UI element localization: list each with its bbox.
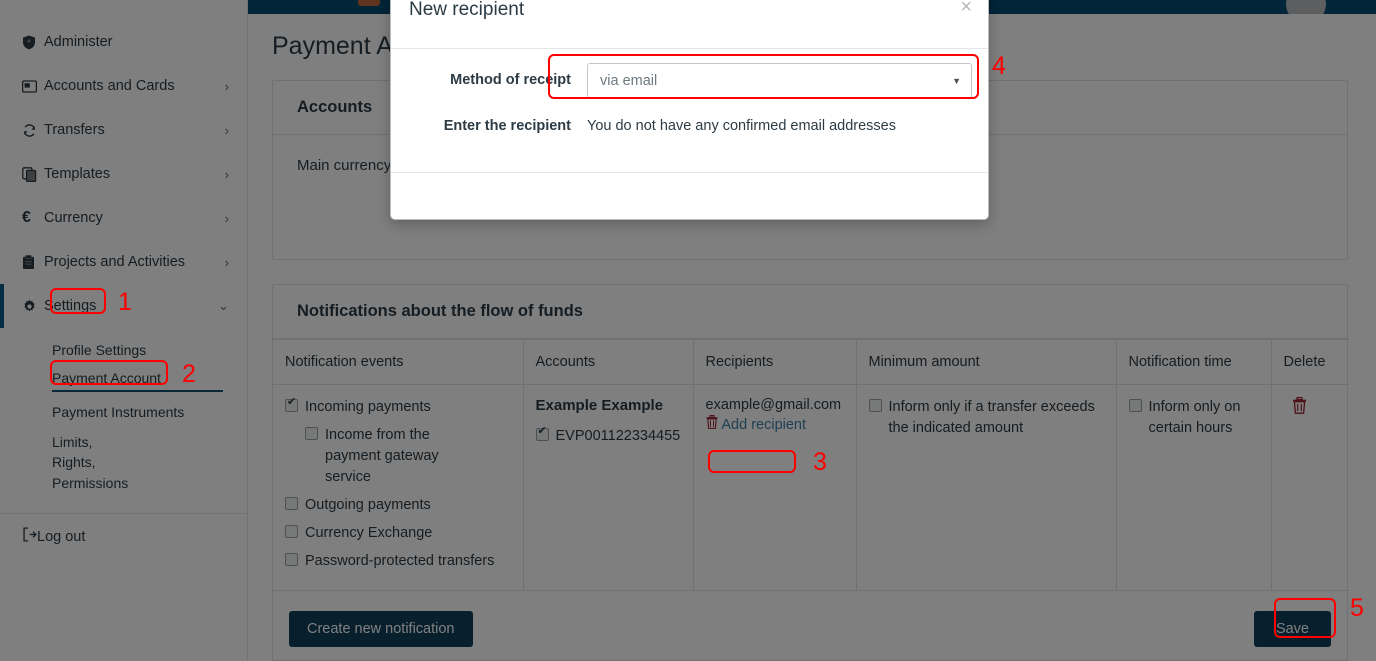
modal-footer (391, 172, 988, 219)
recipient-message: You do not have any confirmed email addr… (587, 118, 896, 134)
modal-title: New recipient (409, 0, 525, 20)
modal-header: New recipient × (391, 0, 988, 49)
method-of-receipt-label: Method of receipt (450, 72, 571, 88)
chevron-down-icon: ▼ (952, 76, 961, 86)
new-recipient-modal: New recipient × Method of receipt via em… (390, 0, 989, 220)
method-of-receipt-row: Method of receipt via email ▼ (407, 63, 972, 99)
close-icon[interactable]: × (960, 0, 972, 17)
app-root: Administer Accounts and Cards › Transfer… (0, 0, 1376, 661)
method-of-receipt-value: via email (600, 73, 658, 89)
modal-body: Method of receipt via email ▼ Enter the … (391, 49, 988, 143)
method-of-receipt-select[interactable]: via email ▼ (587, 63, 972, 99)
enter-the-recipient-row: Enter the recipient You do not have any … (407, 109, 972, 143)
enter-the-recipient-label: Enter the recipient (443, 118, 571, 134)
